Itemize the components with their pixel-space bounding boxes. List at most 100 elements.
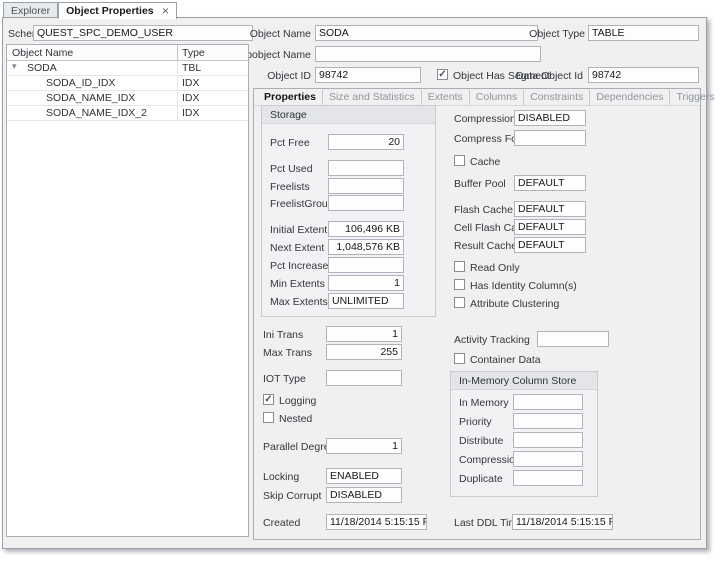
initial-extent-input[interactable]: 106,496 KB bbox=[328, 221, 404, 237]
tree-row-soda[interactable]: ▾ SODA TBL bbox=[7, 61, 248, 76]
next-extent-label: Next Extent bbox=[270, 242, 324, 254]
properties-panel: Properties Size and Statistics Extents C… bbox=[253, 88, 701, 540]
pct-used-label: Pct Used bbox=[270, 163, 313, 175]
data-object-id-label: Data Object Id bbox=[481, 70, 583, 82]
expander-icon[interactable]: ▾ bbox=[12, 61, 17, 72]
duplicate-input[interactable] bbox=[513, 470, 583, 486]
priority-label: Priority bbox=[459, 416, 492, 428]
cell-flash-cache-input[interactable]: DEFAULT bbox=[514, 219, 586, 235]
has-identity-columns-label: Has Identity Column(s) bbox=[470, 280, 577, 292]
object-has-segment-checkbox[interactable]: ✓ bbox=[437, 69, 448, 80]
buffer-pool-input[interactable]: DEFAULT bbox=[514, 175, 586, 191]
column-header-type[interactable]: Type bbox=[182, 47, 205, 59]
in-memory-input[interactable] bbox=[513, 394, 583, 410]
compression-label: Compression bbox=[454, 113, 516, 125]
subobject-name-input[interactable] bbox=[315, 46, 541, 62]
in-memory-group-header: In-Memory Column Store bbox=[451, 372, 597, 390]
object-properties-window: Explorer Object Properties✕ Schema QUEST… bbox=[0, 0, 720, 564]
parallel-degree-input[interactable]: 1 bbox=[326, 438, 402, 454]
storage-group: Storage Pct Free 20 Pct Used Freelists F… bbox=[261, 105, 436, 317]
object-id-label: Object ID bbox=[248, 70, 311, 82]
pct-increase-input[interactable] bbox=[328, 257, 404, 273]
parallel-degree-label: Parallel Degree bbox=[263, 441, 335, 453]
tab-constraints[interactable]: Constraints bbox=[524, 90, 590, 105]
skip-corrupt-label: Skip Corrupt bbox=[263, 490, 321, 502]
object-name-label: Object Name bbox=[238, 28, 311, 40]
distribute-input[interactable] bbox=[513, 432, 583, 448]
tab-columns[interactable]: Columns bbox=[470, 90, 524, 105]
column-header-object-name[interactable]: Object Name bbox=[12, 47, 73, 59]
read-only-label: Read Only bbox=[470, 262, 520, 274]
freelists-input[interactable] bbox=[328, 178, 404, 194]
tree-row-soda-id-idx[interactable]: SODA_ID_IDX IDX bbox=[7, 76, 248, 91]
compress-for-label: Compress For bbox=[454, 133, 521, 145]
pct-free-input[interactable]: 20 bbox=[328, 134, 404, 150]
document-tabstrip: Explorer Object Properties✕ bbox=[3, 2, 177, 18]
duplicate-label: Duplicate bbox=[459, 473, 503, 485]
tab-object-properties[interactable]: Object Properties✕ bbox=[58, 2, 177, 19]
compression-input[interactable]: DISABLED bbox=[514, 110, 586, 126]
created-input[interactable]: 11/18/2014 5:15:15 PM bbox=[326, 514, 427, 530]
tab-extents[interactable]: Extents bbox=[422, 90, 470, 105]
initial-extent-label: Initial Extent bbox=[270, 224, 327, 236]
tree-row-soda-name-idx-2[interactable]: SODA_NAME_IDX_2 IDX bbox=[7, 106, 248, 121]
activity-tracking-input[interactable] bbox=[537, 331, 609, 347]
object-tree-header[interactable]: Object Name Type bbox=[7, 45, 248, 61]
attribute-clustering-checkbox[interactable] bbox=[454, 297, 465, 308]
iot-type-label: IOT Type bbox=[263, 373, 306, 385]
object-type-input[interactable]: TABLE bbox=[588, 25, 699, 41]
read-only-checkbox[interactable] bbox=[454, 261, 465, 272]
object-id-input[interactable]: 98742 bbox=[315, 67, 421, 83]
pct-free-label: Pct Free bbox=[270, 137, 310, 149]
buffer-pool-label: Buffer Pool bbox=[454, 178, 506, 190]
min-extents-label: Min Extents bbox=[270, 278, 325, 290]
next-extent-input[interactable]: 1,048,576 KB bbox=[328, 239, 404, 255]
created-label: Created bbox=[263, 517, 300, 529]
priority-input[interactable] bbox=[513, 413, 583, 429]
logging-checkbox[interactable]: ✓ bbox=[263, 394, 274, 405]
container-data-checkbox[interactable] bbox=[454, 353, 465, 364]
property-tabstrip: Properties Size and Statistics Extents C… bbox=[254, 89, 700, 106]
schema-input[interactable]: QUEST_SPC_DEMO_USER bbox=[33, 25, 253, 41]
tab-size-and-statistics[interactable]: Size and Statistics bbox=[323, 90, 422, 105]
result-cache-label: Result Cache bbox=[454, 240, 517, 252]
distribute-label: Distribute bbox=[459, 435, 503, 447]
object-type-label: Object Type bbox=[498, 28, 585, 40]
flash-cache-input[interactable]: DEFAULT bbox=[514, 201, 586, 217]
locking-input[interactable]: ENABLED bbox=[326, 468, 402, 484]
tab-properties[interactable]: Properties bbox=[258, 90, 323, 105]
ini-trans-input[interactable]: 1 bbox=[326, 326, 402, 342]
object-properties-body: Schema QUEST_SPC_DEMO_USER Object Name S… bbox=[2, 17, 707, 549]
result-cache-input[interactable]: DEFAULT bbox=[514, 237, 586, 253]
freelist-groups-input[interactable] bbox=[328, 195, 404, 211]
storage-group-header: Storage bbox=[262, 106, 435, 124]
in-memory-label: In Memory bbox=[459, 397, 509, 409]
im-compression-input[interactable] bbox=[513, 451, 583, 467]
max-trans-label: Max Trans bbox=[263, 347, 312, 359]
data-object-id-input[interactable]: 98742 bbox=[588, 67, 699, 83]
tab-triggers[interactable]: Triggers bbox=[670, 90, 720, 105]
tab-explorer[interactable]: Explorer bbox=[3, 2, 58, 18]
activity-tracking-label: Activity Tracking bbox=[454, 334, 530, 346]
tab-dependencies[interactable]: Dependencies bbox=[590, 90, 670, 105]
has-identity-columns-checkbox[interactable] bbox=[454, 279, 465, 290]
locking-label: Locking bbox=[263, 471, 299, 483]
compress-for-input[interactable] bbox=[514, 130, 586, 146]
max-extents-label: Max Extents bbox=[270, 296, 328, 308]
last-ddl-time-input[interactable]: 11/18/2014 5:15:15 PM bbox=[512, 514, 613, 530]
close-icon[interactable]: ✕ bbox=[162, 6, 170, 16]
flash-cache-label: Flash Cache bbox=[454, 204, 513, 216]
tree-row-soda-name-idx[interactable]: SODA_NAME_IDX IDX bbox=[7, 91, 248, 106]
im-compression-label: Compression bbox=[459, 454, 521, 466]
column-divider bbox=[177, 45, 178, 61]
skip-corrupt-input[interactable]: DISABLED bbox=[326, 487, 402, 503]
pct-used-input[interactable] bbox=[328, 160, 404, 176]
cache-checkbox[interactable] bbox=[454, 155, 465, 166]
max-trans-input[interactable]: 255 bbox=[326, 344, 402, 360]
min-extents-input[interactable]: 1 bbox=[328, 275, 404, 291]
max-extents-input[interactable]: UNLIMITED bbox=[328, 293, 404, 309]
nested-checkbox[interactable] bbox=[263, 412, 274, 423]
iot-type-input[interactable] bbox=[326, 370, 402, 386]
cache-label: Cache bbox=[470, 156, 500, 168]
nested-label: Nested bbox=[279, 413, 312, 425]
